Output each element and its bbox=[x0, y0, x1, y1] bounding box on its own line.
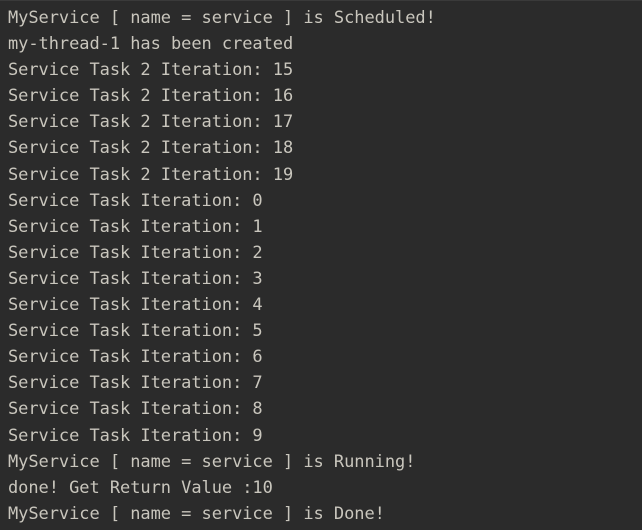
console-line: Service Task 2 Iteration: 18 bbox=[8, 138, 294, 159]
console-line: Service Task Iteration: 4 bbox=[8, 295, 263, 316]
console-line: Service Task 2 Iteration: 15 bbox=[8, 60, 294, 81]
console-log-list[interactable]: MyService [ name = service ] is Schedule… bbox=[0, 1, 642, 527]
console-line: Service Task Iteration: 8 bbox=[8, 399, 263, 420]
console-line: Service Task Iteration: 1 bbox=[8, 216, 263, 237]
console-line: Service Task 2 Iteration: 19 bbox=[8, 164, 294, 185]
console-line: Service Task Iteration: 2 bbox=[8, 242, 263, 263]
console-line: Service Task Iteration: 7 bbox=[8, 373, 263, 394]
console-line: Service Task Iteration: 5 bbox=[8, 321, 263, 342]
console-line: done! Get Return Value :10 bbox=[8, 477, 273, 498]
console-line: MyService [ name = service ] is Running! bbox=[8, 451, 416, 472]
console-line: MyService [ name = service ] is Schedule… bbox=[8, 8, 436, 28]
console-line: Service Task Iteration: 3 bbox=[8, 268, 263, 289]
console-line: Service Task 2 Iteration: 17 bbox=[8, 112, 294, 133]
console-line: MyService [ name = service ] is Done! bbox=[8, 503, 385, 524]
console-line: Service Task Iteration: 9 bbox=[8, 425, 263, 446]
console-output-panel[interactable]: MyService [ name = service ] is Schedule… bbox=[0, 0, 642, 530]
console-line: Service Task Iteration: 6 bbox=[8, 347, 263, 368]
console-line: my-thread-1 has been created bbox=[8, 34, 294, 55]
console-line: Service Task 2 Iteration: 16 bbox=[8, 86, 294, 107]
console-line: Service Task Iteration: 0 bbox=[8, 190, 263, 211]
